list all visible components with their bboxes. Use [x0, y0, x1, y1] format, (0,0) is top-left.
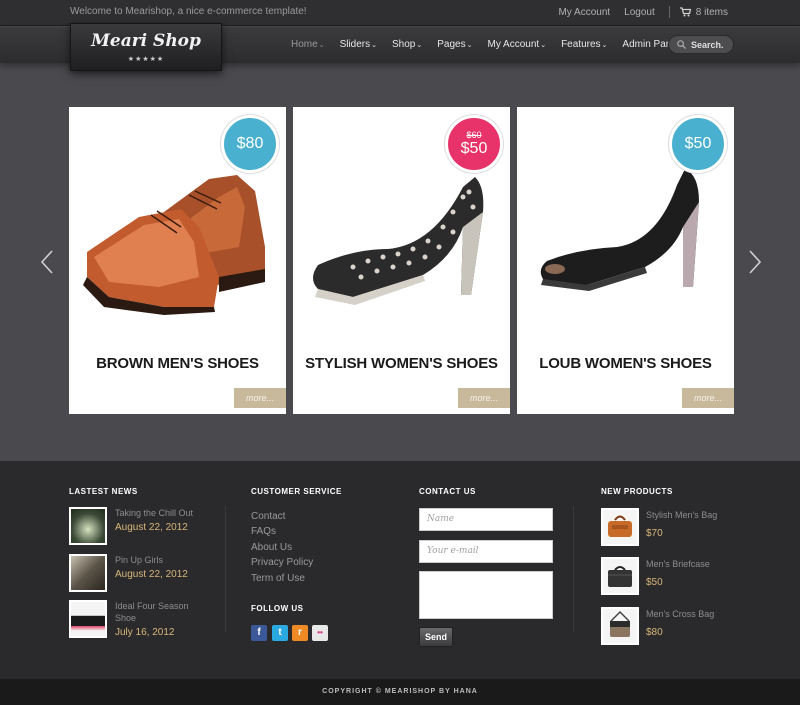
price-badge: $60 $50: [445, 115, 503, 173]
chevron-down-icon: ⌄: [371, 42, 378, 49]
news-item-title[interactable]: Taking the Chill Out: [115, 507, 195, 519]
search-box[interactable]: Search.: [668, 35, 734, 54]
product-price: $50: [646, 577, 663, 588]
product-card[interactable]: $50 LOUB WOMEN'S SHOES more...: [517, 107, 734, 414]
news-item[interactable]: Ideal Four Season Shoe July 16, 2012: [69, 600, 195, 638]
news-item-title[interactable]: Pin Up Girls: [115, 554, 195, 566]
product-name[interactable]: Stylish Men's Bag: [646, 510, 717, 520]
cart-link[interactable]: 8 items: [679, 6, 728, 18]
brown-shoes-image: [83, 175, 265, 315]
news-item-title[interactable]: Ideal Four Season Shoe: [115, 600, 195, 624]
nav-label: Pages: [437, 39, 466, 50]
customer-service-title: CUSTOMER SERVICE: [251, 487, 342, 496]
facebook-icon[interactable]: f: [251, 625, 267, 641]
search-icon: [677, 40, 686, 49]
more-button[interactable]: more...: [458, 388, 510, 408]
top-links: My Account Logout 8 items: [544, 6, 728, 18]
price-old: $60: [466, 130, 482, 140]
product-price: $70: [646, 528, 663, 539]
news-item[interactable]: Taking the Chill Out August 22, 2012: [69, 507, 195, 545]
contact-us-title: CONTACT US: [419, 487, 476, 496]
logo-stars: ★★★★★: [127, 56, 165, 63]
chevron-down-icon: ⌄: [416, 42, 423, 49]
chevron-down-icon: ⌄: [540, 42, 547, 49]
price-current: $50: [684, 135, 712, 152]
cart-count: 8 items: [695, 6, 728, 18]
product-thumbnail: [601, 557, 639, 595]
nav-item-home[interactable]: Home⌄: [291, 39, 325, 50]
nav-label: Sliders: [339, 39, 371, 50]
product-price: $80: [646, 627, 663, 638]
column-divider: [225, 506, 226, 632]
link-term-of-use[interactable]: Term of Use: [251, 573, 305, 584]
chevron-down-icon: ⌄: [318, 42, 325, 49]
product-item[interactable]: Men's Briefcase $50: [601, 557, 710, 595]
nav-item-features[interactable]: Features⌄: [561, 39, 607, 50]
news-thumbnail: [69, 600, 107, 638]
product-title[interactable]: STYLISH WOMEN'S SHOES: [293, 355, 510, 372]
product-name[interactable]: Men's Cross Bag: [646, 609, 714, 619]
nav-label: Shop: [392, 39, 416, 50]
new-products-title: NEW PRODUCTS: [601, 487, 673, 496]
product-title[interactable]: BROWN MEN'S SHOES: [69, 355, 286, 372]
more-button[interactable]: more...: [234, 388, 286, 408]
nav-label: Features: [561, 39, 601, 50]
nav-item-pages[interactable]: Pages⌄: [437, 39, 472, 50]
chevron-down-icon: ⌄: [466, 42, 473, 49]
twitter-icon[interactable]: t: [272, 625, 288, 641]
logo-text: Meari Shop: [91, 31, 201, 51]
product-card[interactable]: $60 $50 STYLISH WOMEN'S SHOES more...: [293, 107, 510, 414]
my-account-link[interactable]: My Account: [558, 7, 610, 18]
follow-us-title: FOLLOW US: [251, 604, 304, 613]
news-item-date: July 16, 2012: [115, 627, 175, 638]
more-button[interactable]: more...: [682, 388, 734, 408]
price-current: $80: [236, 135, 264, 152]
product-name[interactable]: Men's Briefcase: [646, 559, 710, 569]
news-item-date: August 22, 2012: [115, 569, 188, 580]
copyright-bar: COPYRIGHT © MEARISHOP BY HANA: [0, 679, 800, 705]
product-item[interactable]: Men's Cross Bag $80: [601, 607, 714, 645]
news-item-date: August 22, 2012: [115, 522, 188, 533]
news-thumbnail: [69, 554, 107, 592]
price-badge: $50: [669, 115, 727, 173]
nav-item-sliders[interactable]: Sliders⌄: [340, 39, 377, 50]
product-thumbnail: [601, 508, 639, 546]
logout-link[interactable]: Logout: [624, 7, 655, 18]
chevron-right-icon[interactable]: [748, 250, 762, 274]
site-logo[interactable]: Meari Shop ★★★★★: [70, 23, 222, 71]
message-field[interactable]: [419, 571, 553, 619]
price-current: $50: [460, 140, 488, 157]
send-button[interactable]: Send: [419, 627, 453, 647]
product-item[interactable]: Stylish Men's Bag $70: [601, 508, 717, 546]
nav-label: Home: [291, 39, 318, 50]
product-card[interactable]: $80 BROWN MEN'S SHOES more...: [69, 107, 286, 414]
link-contact[interactable]: Contact: [251, 511, 285, 522]
link-about-us[interactable]: About Us: [251, 542, 292, 553]
column-divider: [573, 506, 574, 632]
rss-icon[interactable]: r: [292, 625, 308, 641]
name-field[interactable]: Name: [419, 508, 553, 531]
news-thumbnail: [69, 507, 107, 545]
flickr-icon[interactable]: ••: [312, 625, 328, 641]
welcome-text: Welcome to Mearishop, a nice e-commerce …: [70, 6, 307, 17]
link-faqs[interactable]: FAQs: [251, 526, 276, 537]
search-label: Search.: [691, 39, 724, 50]
chevron-left-icon[interactable]: [40, 250, 54, 274]
nav-item-my-account[interactable]: My Account⌄: [487, 39, 546, 50]
email-field[interactable]: Your e-mail: [419, 540, 553, 563]
news-title: LASTEST NEWS: [69, 487, 138, 496]
nav-item-shop[interactable]: Shop⌄: [392, 39, 422, 50]
loub-shoe-image: [540, 169, 699, 291]
news-item[interactable]: Pin Up Girls August 22, 2012: [69, 554, 195, 592]
price-badge: $80: [221, 115, 279, 173]
chevron-down-icon: ⌄: [601, 42, 608, 49]
product-thumbnail: [601, 607, 639, 645]
nav-label: My Account: [487, 39, 540, 50]
cart-icon: [679, 7, 691, 17]
link-privacy-policy[interactable]: Privacy Policy: [251, 557, 313, 568]
product-title[interactable]: LOUB WOMEN'S SHOES: [517, 355, 734, 372]
divider: [668, 6, 670, 18]
main-menu: Home⌄ Sliders⌄ Shop⌄ Pages⌄ My Account⌄ …: [291, 39, 701, 50]
heel-shoe-image: [313, 177, 484, 305]
